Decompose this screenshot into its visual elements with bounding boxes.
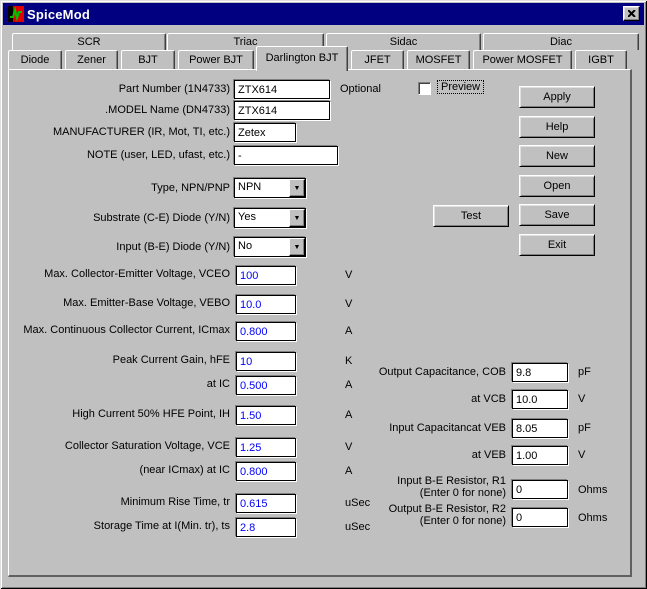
r1-label-line2: (Enter 0 for none): [280, 487, 506, 499]
tab-jfet[interactable]: JFET: [351, 50, 404, 69]
spicemod-window: SpiceMod SCR Triac Sidac Diac Diode Zene…: [0, 0, 647, 589]
vceo-unit: V: [345, 269, 352, 281]
tab-bjt[interactable]: BJT: [121, 50, 175, 69]
note-input[interactable]: [234, 146, 338, 165]
type-dropdown-value: NPN: [235, 179, 289, 197]
r1-label: Input B-E Resistor, R1 (Enter 0 for none…: [280, 475, 506, 499]
at-veb-unit: V: [578, 449, 585, 461]
hfe-at-ic-unit: A: [345, 379, 352, 391]
part-number-label: Part Number (1N4733): [10, 83, 230, 95]
r2-unit: Ohms: [578, 512, 607, 524]
tab-scr[interactable]: SCR: [12, 33, 166, 50]
input-diode-dropdown-value: No: [235, 238, 289, 256]
r2-input[interactable]: [512, 508, 568, 527]
exit-button[interactable]: Exit: [519, 234, 595, 256]
vebo-input[interactable]: [236, 295, 296, 314]
tab-igbt[interactable]: IGBT: [575, 50, 627, 69]
ih-label: High Current 50% HFE Point, IH: [10, 408, 230, 420]
at-vcb-unit: V: [578, 393, 585, 405]
ih-unit: A: [345, 409, 352, 421]
hfe-label: Peak Current Gain, hFE: [10, 354, 230, 366]
tab-zener[interactable]: Zener: [65, 50, 118, 69]
tab-power-bjt[interactable]: Power BJT: [178, 50, 254, 69]
vceo-label: Max. Collector-Emitter Voltage, VCEO: [10, 268, 230, 280]
rise-time-label: Minimum Rise Time, tr: [10, 496, 230, 508]
icmax-unit: A: [345, 325, 352, 337]
hfe-at-ic-label: at IC: [10, 378, 230, 390]
input-capacitance-label: Input Capacitancat VEB: [280, 422, 506, 434]
chevron-down-icon[interactable]: ▼: [289, 209, 305, 227]
input-diode-dropdown[interactable]: No ▼: [234, 237, 306, 257]
vceo-input[interactable]: [236, 266, 296, 285]
note-label: NOTE (user, LED, ufast, etc.): [10, 149, 230, 161]
cob-unit: pF: [578, 366, 591, 378]
manufacturer-input[interactable]: [234, 123, 296, 142]
tab-power-mosfet[interactable]: Power MOSFET: [473, 50, 572, 69]
vce-label: Collector Saturation Voltage, VCE: [10, 440, 230, 452]
spicemod-logo-icon: [8, 6, 24, 22]
type-dropdown[interactable]: NPN ▼: [234, 178, 306, 198]
new-button[interactable]: New: [519, 145, 595, 167]
help-button[interactable]: Help: [519, 116, 595, 138]
part-number-input[interactable]: [234, 80, 330, 99]
r1-unit: Ohms: [578, 484, 607, 496]
open-button[interactable]: Open: [519, 175, 595, 197]
input-capacitance-unit: pF: [578, 422, 591, 434]
icmax-label: Max. Continuous Collector Current, ICmax: [10, 324, 230, 336]
chevron-down-icon[interactable]: ▼: [289, 179, 305, 197]
tab-mosfet[interactable]: MOSFET: [407, 50, 470, 69]
at-veb-label: at VEB: [280, 449, 506, 461]
at-vcb-label: at VCB: [280, 393, 506, 405]
preview-checkbox[interactable]: [418, 82, 431, 95]
close-icon[interactable]: [623, 6, 640, 21]
vebo-label: Max. Emitter-Base Voltage, VEBO: [10, 297, 230, 309]
substrate-diode-label: Substrate (C-E) Diode (Y/N): [10, 212, 230, 224]
tab-sidac[interactable]: Sidac: [326, 33, 481, 50]
vce-at-ic-label: (near ICmax) at IC: [10, 464, 230, 476]
apply-button[interactable]: Apply: [519, 86, 595, 108]
tab-diode[interactable]: Diode: [8, 50, 62, 69]
optional-label: Optional: [340, 83, 381, 95]
r2-label-line2: (Enter 0 for none): [280, 515, 506, 527]
preview-label[interactable]: Preview: [437, 80, 484, 94]
vebo-unit: V: [345, 298, 352, 310]
model-name-label: .MODEL Name (DN4733): [10, 104, 230, 116]
chevron-down-icon[interactable]: ▼: [289, 238, 305, 256]
cob-label: Output Capacitance, COB: [280, 366, 506, 378]
icmax-input[interactable]: [236, 322, 296, 341]
input-diode-label: Input (B-E) Diode (Y/N): [10, 241, 230, 253]
title-bar: SpiceMod: [3, 3, 644, 25]
window-title: SpiceMod: [27, 7, 90, 22]
manufacturer-label: MANUFACTURER (IR, Mot, TI, etc.): [10, 126, 230, 138]
r1-label-line1: Input B-E Resistor, R1: [280, 475, 506, 487]
r2-label-line1: Output B-E Resistor, R2: [280, 503, 506, 515]
save-button[interactable]: Save: [519, 204, 595, 226]
at-vcb-input[interactable]: [512, 390, 568, 409]
type-label: Type, NPN/PNP: [10, 182, 230, 194]
storage-time-label: Storage Time at I(Min. tr), ts: [10, 520, 230, 532]
substrate-diode-dropdown-value: Yes: [235, 209, 289, 227]
tab-diac[interactable]: Diac: [483, 33, 639, 50]
at-veb-input[interactable]: [512, 446, 568, 465]
cob-input[interactable]: [512, 363, 568, 382]
model-name-input[interactable]: [234, 101, 330, 120]
substrate-diode-dropdown[interactable]: Yes ▼: [234, 208, 306, 228]
input-capacitance-input[interactable]: [512, 419, 568, 438]
test-button[interactable]: Test: [433, 205, 509, 227]
r1-input[interactable]: [512, 480, 568, 499]
r2-label: Output B-E Resistor, R2 (Enter 0 for non…: [280, 503, 506, 527]
tab-darlington-bjt[interactable]: Darlington BJT: [256, 46, 348, 71]
